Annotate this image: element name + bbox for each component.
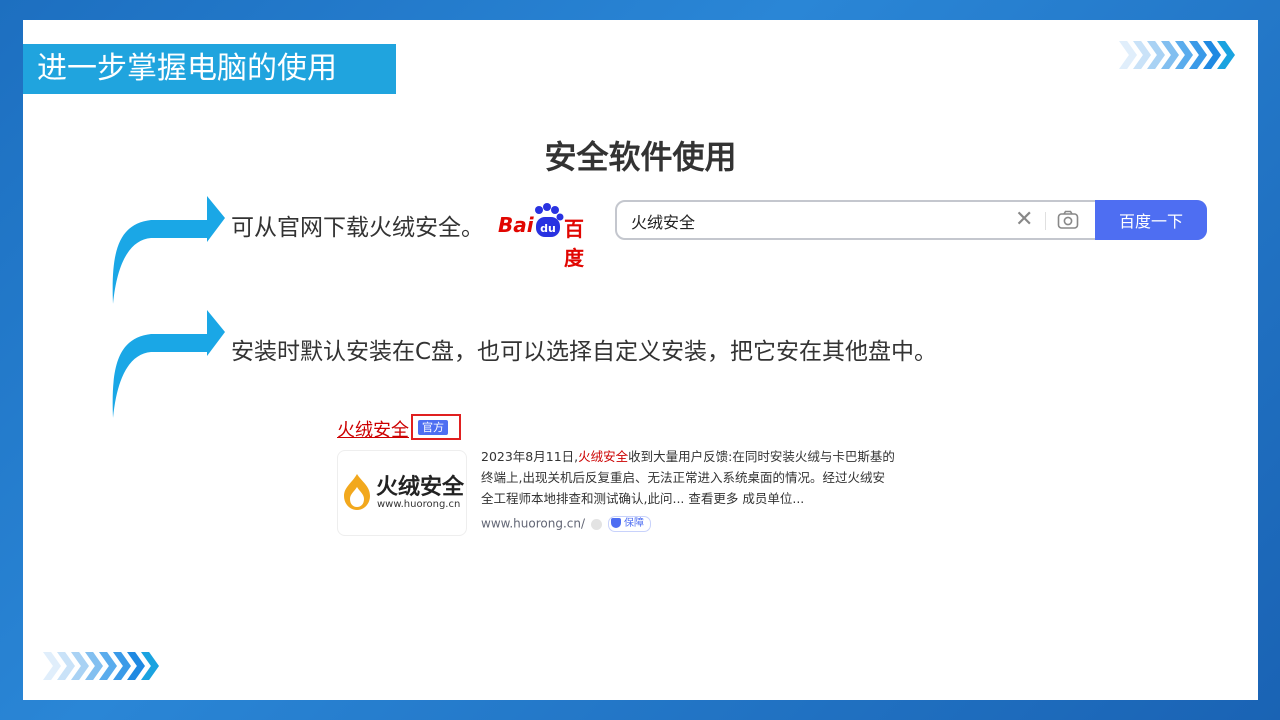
divider — [1045, 212, 1046, 230]
flame-icon — [344, 474, 370, 510]
result-site-line: www.huorong.cn/保障 — [481, 516, 652, 532]
result-snippet: 2023年8月11日,火绒安全收到大量用户反馈:在同时安装火绒与卡巴斯基的终端上… — [481, 446, 897, 509]
shield-icon — [611, 518, 622, 528]
chevron-decoration-top-right — [1119, 41, 1235, 73]
snippet-date: 2023年8月11日, — [481, 449, 579, 464]
guarantee-label: 保障 — [624, 518, 645, 529]
bullet-text-2: 安装时默认安装在C盘，也可以选择自定义安装，把它安在其他盘中。 — [231, 339, 938, 365]
page-heading: 安全软件使用 — [544, 138, 737, 176]
baidu-logo-text-left: Bai — [498, 213, 534, 237]
official-badge: 官方 — [418, 420, 448, 435]
bullet-arrow-icon — [112, 196, 225, 304]
search-input[interactable] — [629, 202, 993, 240]
bullet-text-1: 可从官网下载火绒安全。 — [231, 215, 484, 241]
bullet-arrow-icon — [112, 310, 225, 418]
thumb-brand-text: 火绒安全 — [376, 475, 465, 500]
baidu-logo: Bai du 百度 — [498, 203, 603, 270]
guarantee-badge[interactable]: 保障 — [608, 516, 652, 532]
baidu-search-button[interactable]: 百度一下 — [1095, 200, 1207, 240]
result-site-url[interactable]: www.huorong.cn/ — [481, 517, 585, 531]
chevron-decoration-bottom-left — [43, 652, 159, 684]
snippet-highlight: 火绒安全 — [578, 449, 629, 464]
dropdown-icon[interactable] — [591, 518, 603, 530]
thumb-url-text: www.huorong.cn — [377, 499, 461, 510]
camera-icon[interactable] — [1057, 210, 1079, 230]
paw-icon: du — [535, 203, 564, 237]
section-title: 进一步掌握电脑的使用 — [23, 44, 396, 94]
close-icon[interactable]: ✕ — [1015, 208, 1033, 232]
result-title-link[interactable]: 火绒安全 — [337, 416, 409, 442]
baidu-logo-du: du — [540, 222, 556, 235]
slide: 进一步掌握电脑的使用 安全软件使用 可从官网下载火绒安全。 安装时默认安装在C盘… — [23, 20, 1258, 700]
baidu-logo-text-right: 百度 — [564, 217, 584, 270]
official-highlight-box: 官方 — [411, 414, 461, 440]
result-thumbnail[interactable]: 火绒安全 www.huorong.cn — [337, 450, 467, 536]
